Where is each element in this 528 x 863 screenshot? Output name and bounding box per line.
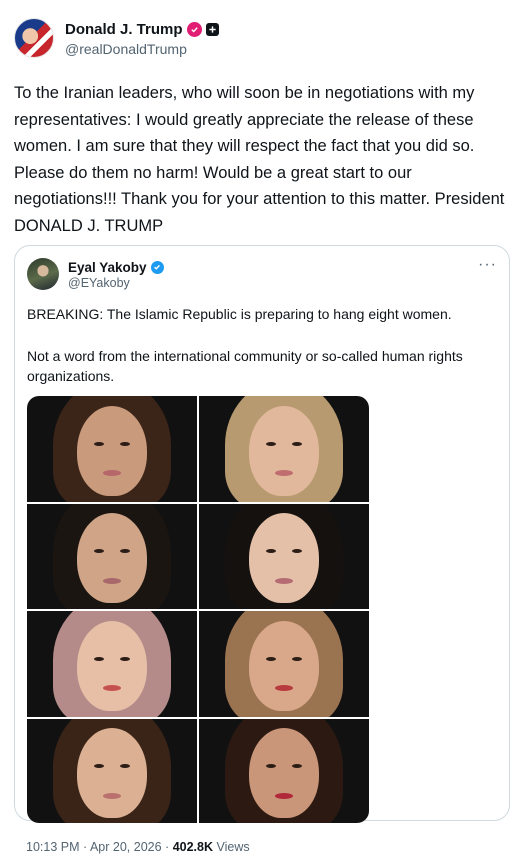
portrait-eye [292,441,303,446]
portrait-eye [265,764,276,769]
portrait-lips [103,792,121,799]
photo-3[interactable] [27,503,197,609]
portrait-face [77,405,147,496]
portrait-face [77,728,147,819]
author-name-row: Donald J. Trump [65,19,219,39]
photo-8[interactable] [199,718,369,823]
portrait-eye [292,764,303,769]
affiliation-badge-icon[interactable] [205,22,219,36]
more-options-icon[interactable]: ··· [478,256,497,274]
post-time[interactable]: 10:13 PM [26,840,80,854]
portrait-eye [93,764,104,769]
portrait-eye [265,656,276,661]
portrait-eye [265,549,276,554]
portrait-eye [292,549,303,554]
portrait-eye [120,656,131,661]
post-text: To the Iranian leaders, who will soon be… [14,84,509,235]
portrait-eye [93,656,104,661]
photo-1[interactable] [27,396,197,502]
portrait-eye [120,549,131,554]
portrait-face [249,513,319,604]
post-header: Donald J. Trump @realDonaldTrump [14,18,219,58]
quoted-text-line-2: Not a word from the international commun… [27,348,463,384]
portrait-eye [93,549,104,554]
photo-4[interactable] [199,503,369,609]
portrait-eye [120,764,131,769]
quoted-text-line-1: BREAKING: The Islamic Republic is prepar… [27,306,452,322]
portrait-eye [93,441,104,446]
photo-2[interactable] [199,396,369,502]
author-block: Donald J. Trump @realDonaldTrump [65,19,219,57]
portrait-lips [103,685,121,692]
verified-badge-icon[interactable] [150,260,164,274]
verified-badge-icon[interactable] [186,21,202,37]
post-date[interactable]: Apr 20, 2026 [90,840,162,854]
portrait-lips [275,577,293,584]
author-name[interactable]: Donald J. Trump [65,21,183,38]
portrait-eye [292,656,303,661]
separator-dot: · [83,840,88,854]
photo-grid [27,396,369,823]
portrait-face [249,405,319,496]
post: Donald J. Trump @realDonaldTrump To the … [0,0,528,863]
quoted-author-name[interactable]: Eyal Yakoby [68,260,147,275]
views-count: 402.8K [172,840,214,854]
portrait-eye [265,441,276,446]
photo-5[interactable] [27,611,197,717]
portrait-face [249,620,319,711]
portrait-lips [103,577,121,584]
portrait-lips [275,792,293,799]
photo-7[interactable] [27,718,197,823]
views-label: Views [216,840,250,854]
portrait-face [77,620,147,711]
portrait-eye [120,441,131,446]
quoted-header: Eyal Yakoby @EYakoby [27,258,164,290]
portrait-lips [275,685,293,692]
portrait-lips [103,470,121,477]
quoted-avatar[interactable] [27,258,59,290]
quoted-name-row: Eyal Yakoby [68,258,164,276]
portrait-lips [275,470,293,477]
quoted-author-handle[interactable]: @EYakoby [68,276,164,290]
avatar[interactable] [14,18,54,58]
quoted-author-block: Eyal Yakoby @EYakoby [68,258,164,290]
portrait-face [77,513,147,604]
separator-dot: · [165,840,170,854]
post-footer: 10:13 PM · Apr 20, 2026 · 402.8K Views [26,840,250,854]
quoted-post[interactable]: Eyal Yakoby @EYakoby ··· BREAKING: The I… [14,245,510,823]
author-handle[interactable]: @realDonaldTrump [65,41,219,57]
photo-6[interactable] [199,611,369,717]
portrait-face [249,728,319,819]
